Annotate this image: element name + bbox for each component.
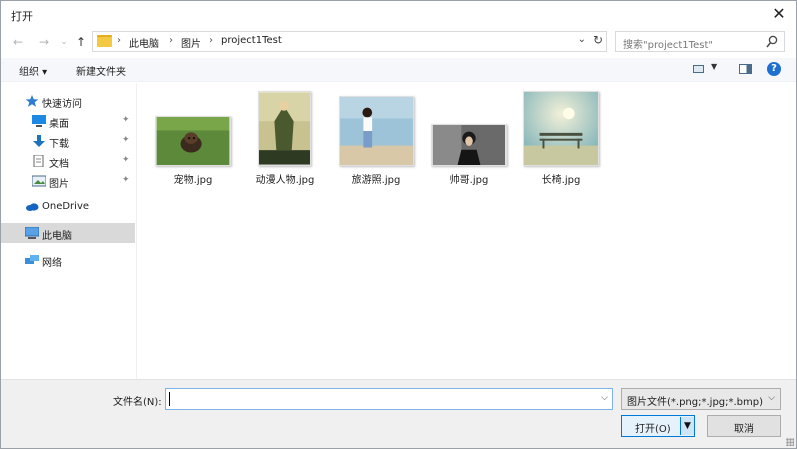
breadcrumb-pictures[interactable]: 图片 <box>181 35 201 50</box>
filename-input[interactable]: ⌵ <box>165 388 613 410</box>
sidebar-item-label: 桌面 <box>49 119 69 130</box>
download-icon <box>33 135 45 147</box>
file-type-value: 图片文件(*.png;*.jpg;*.bmp) <box>627 397 764 408</box>
text-caret <box>169 392 170 406</box>
computer-icon <box>25 227 39 239</box>
desktop-icon <box>32 115 46 127</box>
sidebar-item-downloads[interactable]: 下载 ✦ <box>1 131 135 151</box>
search-input[interactable]: 搜索"project1Test" <box>615 31 785 52</box>
search-placeholder: 搜索"project1Test" <box>623 40 713 51</box>
star-icon <box>25 95 39 107</box>
command-toolbar: 组织 ▾ 新建文件夹 ▼ ? <box>1 58 796 82</box>
file-thumbnail <box>523 91 599 166</box>
more-options-icon[interactable]: ▼ <box>711 62 717 71</box>
breadcrumb-separator[interactable]: › <box>117 35 121 46</box>
breadcrumb-separator[interactable]: › <box>209 35 213 46</box>
sidebar-item-label: 此电脑 <box>42 231 72 242</box>
sidebar-item-desktop[interactable]: 桌面 ✦ <box>1 111 135 131</box>
breadcrumb-project1test[interactable]: project1Test <box>221 35 282 46</box>
recent-locations-button[interactable]: ⌄ <box>59 34 69 50</box>
sidebar-item-onedrive[interactable]: OneDrive <box>1 197 135 217</box>
open-split-dropdown-icon[interactable]: ▼ <box>680 417 694 435</box>
cancel-button[interactable]: 取消 <box>707 415 781 437</box>
document-icon <box>33 155 44 167</box>
pin-icon[interactable]: ✦ <box>122 175 130 185</box>
sidebar-item-label: 网络 <box>42 258 62 269</box>
navigation-pane: 快速访问 桌面 ✦ 下载 ✦ 文档 ✦ 图片 ✦ OneDrive 此电脑 网络 <box>1 83 137 379</box>
file-name[interactable]: 旅游照.jpg <box>326 171 426 186</box>
sidebar-item-pictures[interactable]: 图片 ✦ <box>1 171 135 191</box>
file-thumbnail <box>155 116 231 166</box>
folder-icon <box>97 35 112 47</box>
file-thumbnail <box>431 124 507 166</box>
file-name[interactable]: 动漫人物.jpg <box>235 171 335 186</box>
file-item[interactable]: 宠物.jpg <box>138 83 248 193</box>
network-icon <box>25 255 39 264</box>
new-folder-button[interactable]: 新建文件夹 <box>76 63 126 78</box>
pin-icon[interactable]: ✦ <box>122 115 130 125</box>
pin-icon[interactable]: ✦ <box>122 135 130 145</box>
cancel-button-label: 取消 <box>734 424 754 435</box>
resize-grip-icon[interactable] <box>786 438 794 446</box>
file-list: 宠物.jpg 动漫人物.jpg 旅游照.jpg 帅哥.jpg 长椅.jpg <box>138 83 796 379</box>
open-file-dialog: 打开 ✕ ← → ⌄ ↑ › 此电脑 › 图片 › project1Test ⌄… <box>0 0 797 449</box>
organize-button[interactable]: 组织 ▾ <box>19 63 47 78</box>
search-icon[interactable] <box>766 35 778 49</box>
cloud-icon <box>26 203 39 211</box>
change-view-icon[interactable] <box>693 65 704 73</box>
refresh-icon[interactable]: ↻ <box>593 33 603 47</box>
file-thumbnail <box>258 91 311 166</box>
file-name[interactable]: 帅哥.jpg <box>419 171 519 186</box>
file-type-select[interactable]: 图片文件(*.png;*.jpg;*.bmp) ⌵ <box>621 388 781 410</box>
sidebar-item-quick-access[interactable]: 快速访问 <box>1 91 135 111</box>
pictures-icon <box>32 175 46 187</box>
breadcrumb-separator[interactable]: › <box>169 35 173 46</box>
dialog-footer: 文件名(N): ⌵ 图片文件(*.png;*.jpg;*.bmp) ⌵ 打开(O… <box>1 379 796 448</box>
sidebar-item-this-pc[interactable]: 此电脑 <box>1 223 135 243</box>
sidebar-item-network[interactable]: 网络 <box>1 250 135 270</box>
dialog-title: 打开 <box>11 10 33 23</box>
sidebar-item-label: 图片 <box>49 179 69 190</box>
preview-pane-icon[interactable] <box>739 64 752 74</box>
address-bar[interactable]: › 此电脑 › 图片 › project1Test ⌄ ↻ <box>92 31 607 52</box>
pin-icon[interactable]: ✦ <box>122 155 130 165</box>
open-button[interactable]: 打开(O) ▼ <box>621 415 695 437</box>
sidebar-item-label: 文档 <box>49 159 69 170</box>
up-button[interactable]: ↑ <box>74 34 88 50</box>
help-icon[interactable]: ? <box>767 62 781 76</box>
file-thumbnail <box>339 96 414 166</box>
open-button-label: 打开(O) <box>635 424 671 435</box>
back-button[interactable]: ← <box>11 34 25 50</box>
chevron-down-icon[interactable]: ⌵ <box>601 393 608 403</box>
close-button[interactable]: ✕ <box>762 1 796 27</box>
file-item[interactable]: 长椅.jpg <box>518 83 618 193</box>
sidebar-item-label: 快速访问 <box>42 99 82 110</box>
sidebar-item-documents[interactable]: 文档 ✦ <box>1 151 135 171</box>
breadcrumb-this-pc[interactable]: 此电脑 <box>129 35 159 50</box>
sidebar-item-label: OneDrive <box>42 201 90 212</box>
address-dropdown-button[interactable]: ⌄ <box>578 34 586 45</box>
file-name[interactable]: 长椅.jpg <box>511 171 611 186</box>
file-name[interactable]: 宠物.jpg <box>143 171 243 186</box>
forward-button[interactable]: → <box>37 34 51 50</box>
sidebar-item-label: 下载 <box>49 139 69 150</box>
filename-label: 文件名(N): <box>113 397 162 408</box>
chevron-down-icon: ⌵ <box>768 393 775 403</box>
title-bar: 打开 ✕ <box>1 1 796 29</box>
